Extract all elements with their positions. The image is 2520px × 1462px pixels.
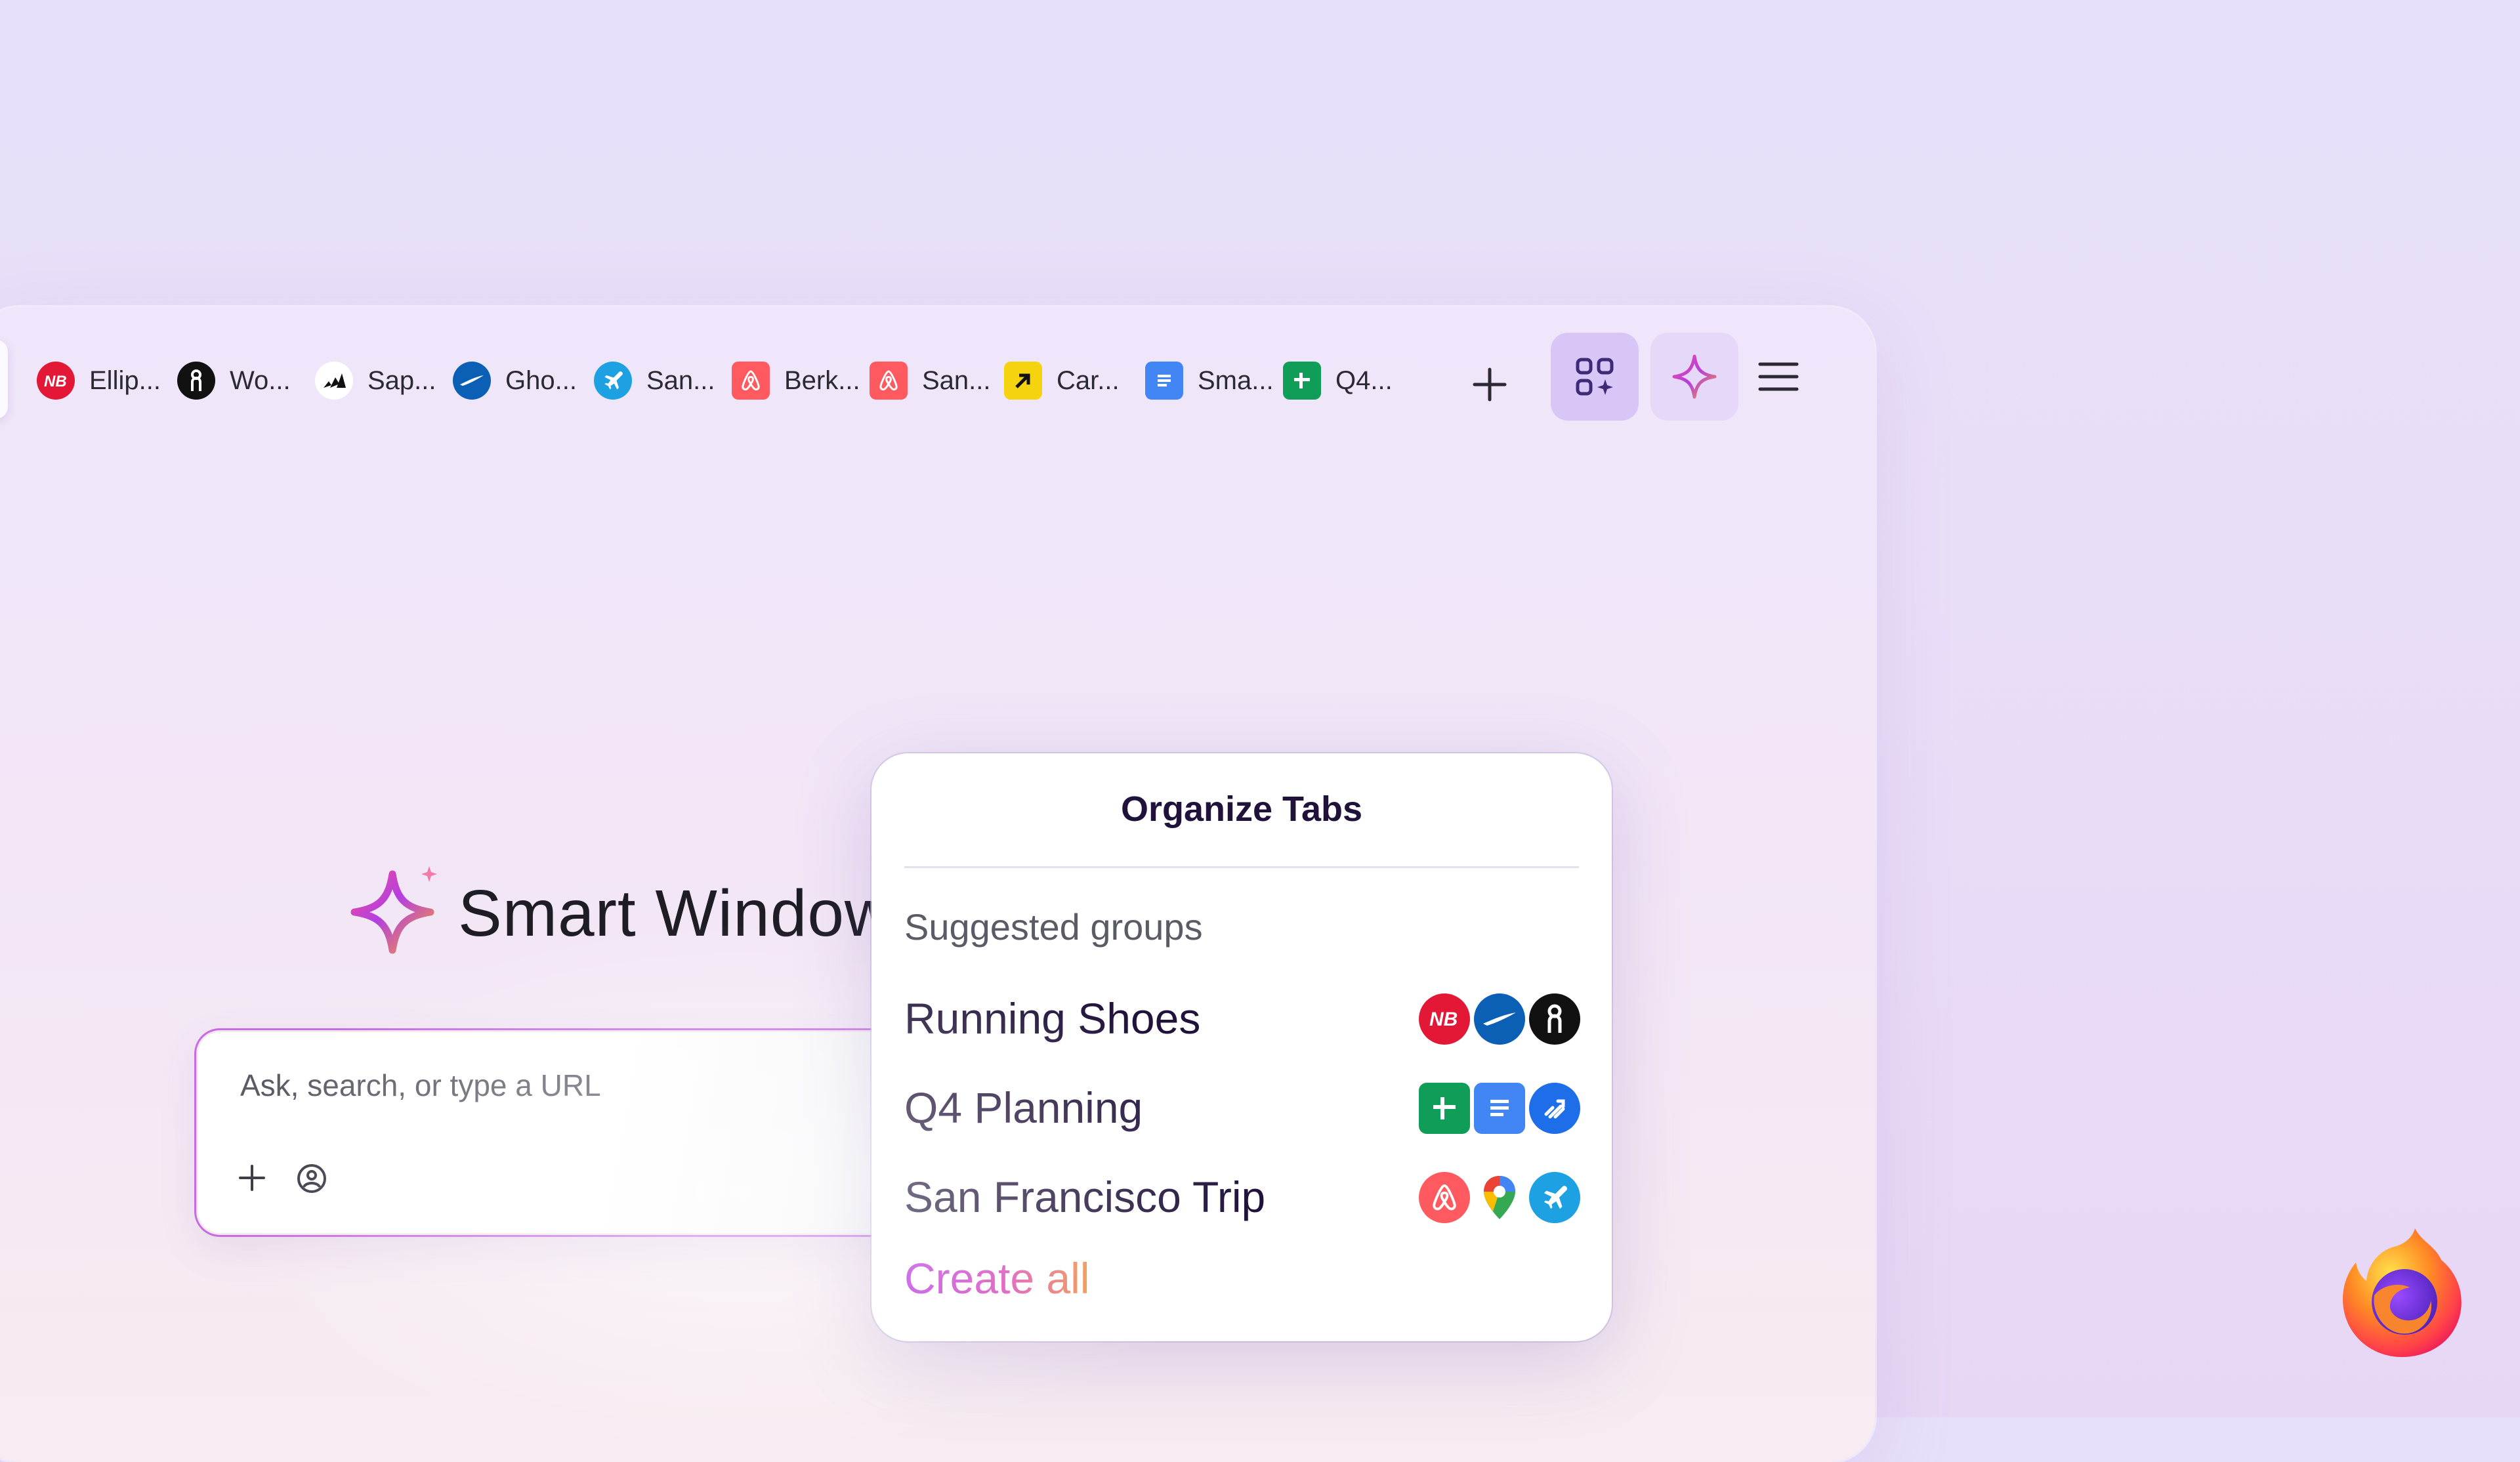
tab[interactable]: Wo... — [177, 357, 291, 404]
smart-window-sparkle-icon — [350, 866, 437, 954]
google-maps-icon — [1474, 1172, 1525, 1223]
application-menu-button[interactable] — [1746, 344, 1811, 409]
tab-title: Ellip... — [89, 366, 161, 395]
brooks-icon — [453, 362, 491, 400]
new-balance-icon: NB — [37, 362, 75, 400]
url-input[interactable]: Ask, search, or type a URL — [240, 1068, 601, 1103]
group-favicons — [1419, 1083, 1580, 1134]
plus-icon — [239, 1165, 265, 1191]
plus-icon — [1473, 367, 1507, 402]
sparkle-icon — [1672, 354, 1717, 399]
arrow-app-icon — [1004, 362, 1042, 400]
tab-title: San... — [922, 366, 991, 395]
group-name: San Francisco Trip — [904, 1173, 1266, 1221]
panel-title: Organize Tabs — [1120, 789, 1363, 829]
firefox-logo — [2336, 1222, 2468, 1363]
tab[interactable]: Sma... — [1145, 357, 1274, 404]
panel-divider — [904, 866, 1579, 868]
on-running-icon — [177, 362, 215, 400]
tab[interactable]: Car... — [1004, 357, 1120, 404]
organize-tabs-panel: Organize Tabs Suggested groups Running S… — [872, 753, 1612, 1341]
brooks-icon — [1474, 993, 1525, 1045]
tab-title: San... — [646, 366, 715, 395]
tab-title: Car... — [1057, 366, 1120, 395]
persona-button[interactable] — [295, 1162, 328, 1198]
add-context-button[interactable] — [238, 1161, 266, 1199]
tab-strip-edge — [0, 340, 8, 419]
group-name: Q4 Planning — [904, 1083, 1143, 1132]
tab-title: Berk... — [784, 366, 860, 395]
tab[interactable]: San... — [870, 357, 991, 404]
group-q4-planning[interactable]: Q4 Planning — [904, 1076, 1580, 1135]
flight-icon — [594, 362, 632, 400]
svg-text:NB: NB — [1429, 1009, 1458, 1030]
smart-window-title: Smart Window — [458, 876, 893, 950]
tab-title: Q4... — [1335, 366, 1393, 395]
google-sheets-icon — [1419, 1083, 1470, 1134]
tab-title: Sma... — [1198, 366, 1274, 395]
tab[interactable]: Sap... — [315, 357, 436, 404]
google-docs-icon — [1474, 1083, 1525, 1134]
persona-icon — [297, 1164, 326, 1193]
tab-title: Wo... — [230, 366, 291, 395]
tab[interactable]: NB Ellip... — [37, 357, 161, 404]
jira-icon — [1529, 1083, 1580, 1134]
airbnb-icon — [870, 362, 908, 400]
group-favicons: NB — [1419, 993, 1580, 1045]
google-docs-icon — [1145, 362, 1183, 400]
browser-window: NB Ellip... Wo... Sap... Gho... San... B… — [0, 307, 1875, 1462]
group-favicons — [1419, 1172, 1580, 1223]
organize-tabs-icon — [1576, 358, 1614, 396]
organize-tabs-button[interactable] — [1551, 333, 1639, 421]
airbnb-icon — [1419, 1172, 1470, 1223]
hamburger-menu-icon — [1758, 362, 1799, 391]
tab[interactable]: Berk... — [732, 357, 860, 404]
airbnb-icon — [732, 362, 770, 400]
create-all-button[interactable]: Create all — [904, 1253, 1089, 1303]
adidas-icon — [315, 362, 353, 400]
google-sheets-icon — [1283, 362, 1321, 400]
smart-window-hero: Smart Window — [346, 865, 892, 962]
tab[interactable]: Q4... — [1283, 357, 1393, 404]
group-name: Running Shoes — [904, 994, 1201, 1043]
new-balance-icon: NB — [1419, 993, 1470, 1045]
group-san-francisco-trip[interactable]: San Francisco Trip — [904, 1165, 1580, 1224]
tab-title: Gho... — [505, 366, 577, 395]
new-tab-button[interactable] — [1463, 358, 1516, 411]
on-running-icon — [1529, 993, 1580, 1045]
tab[interactable]: San... — [594, 357, 715, 404]
suggested-groups-label: Suggested groups — [904, 906, 1203, 948]
svg-text:NB: NB — [44, 373, 67, 389]
tab-title: Sap... — [368, 366, 436, 395]
ai-assistant-button[interactable] — [1650, 333, 1738, 421]
flight-icon — [1529, 1172, 1580, 1223]
tab[interactable]: Gho... — [453, 357, 577, 404]
tab-strip: NB Ellip... Wo... Sap... Gho... San... B… — [0, 307, 1875, 445]
group-running-shoes[interactable]: Running Shoes NB — [904, 987, 1580, 1046]
